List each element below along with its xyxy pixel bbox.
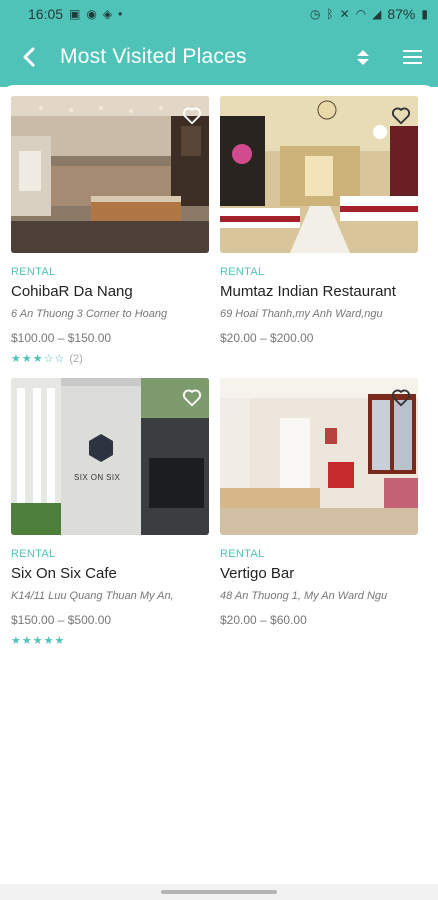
status-bar: 16:05 ▣ ◉ ◈ • ◷ ᛒ ✕ ◠ ◢ 87% ▮ — [0, 0, 438, 27]
bluetooth-icon: ᛒ — [326, 6, 334, 21]
back-button[interactable] — [0, 27, 60, 87]
place-price-range: $150.00 – $500.00 — [11, 613, 112, 627]
place-photo[interactable] — [220, 378, 418, 535]
place-photo[interactable] — [11, 96, 209, 253]
messenger-icon: ◉ — [86, 6, 97, 21]
place-photo[interactable]: SIX ON SIX — [11, 378, 209, 535]
sort-button[interactable] — [340, 27, 386, 87]
place-photo[interactable] — [220, 96, 418, 253]
place-name[interactable]: Mumtaz Indian Restaurant — [220, 283, 418, 300]
app-bar: Most Visited Places — [0, 27, 438, 87]
place-rating: ★★★☆☆ (2) — [11, 352, 209, 366]
place-card[interactable]: RENTAL Mumtaz Indian Restaurant 69 Hoai … — [220, 96, 418, 345]
place-address: K14/11 Luu Quang Thuan My An, — [11, 590, 174, 602]
favorite-heart-icon[interactable] — [390, 104, 412, 126]
bar-lounge-image — [220, 378, 418, 535]
place-address: 6 An Thuong 3 Corner to Hoang — [11, 308, 168, 320]
places-grid: RENTAL CohibaR Da Nang 6 An Thuong 3 Cor… — [0, 85, 438, 885]
sort-down-icon — [357, 58, 369, 65]
sort-up-icon — [357, 49, 369, 56]
place-price-range: $20.00 – $60.00 — [220, 613, 307, 627]
alarm-icon: ◷ — [309, 6, 321, 21]
place-category: RENTAL — [11, 548, 56, 560]
game-icon: ◈ — [102, 6, 113, 21]
battery-level: 87% — [387, 5, 416, 22]
place-price-range: $20.00 – $200.00 — [220, 331, 314, 345]
star-rating: ★★★★★ — [11, 635, 66, 647]
back-arrow-icon — [23, 47, 35, 67]
place-category: RENTAL — [11, 266, 56, 278]
dot-icon: • — [118, 6, 123, 21]
menu-button[interactable] — [386, 27, 438, 87]
favorite-heart-icon[interactable] — [181, 386, 203, 408]
place-address: 69 Hoai Thanh,my Anh Ward,ngu — [220, 308, 383, 320]
place-price-range: $100.00 – $150.00 — [11, 331, 112, 345]
review-count: (2) — [69, 352, 83, 365]
restaurant-interior-image — [220, 96, 418, 253]
image-icon: ▣ — [69, 6, 81, 21]
bar-interior-image — [11, 96, 209, 253]
place-rating: ★★★★★ — [11, 634, 209, 647]
place-card[interactable]: RENTAL CohibaR Da Nang 6 An Thuong 3 Cor… — [11, 96, 209, 365]
place-category: RENTAL — [220, 548, 265, 560]
system-nav-bar — [0, 884, 438, 900]
battery-icon: ▮ — [421, 6, 428, 21]
place-name[interactable]: Six On Six Cafe — [11, 565, 209, 582]
place-name[interactable]: Vertigo Bar — [220, 565, 418, 582]
menu-icon — [402, 50, 422, 52]
mute-icon: ✕ — [339, 6, 350, 21]
place-card[interactable]: RENTAL Vertigo Bar 48 An Thuong 1, My An… — [220, 378, 418, 627]
place-address: 48 An Thuong 1, My An Ward Ngu — [220, 590, 388, 602]
favorite-heart-icon[interactable] — [181, 104, 203, 126]
status-time: 16:05 — [28, 5, 64, 22]
place-name[interactable]: CohibaR Da Nang — [11, 283, 209, 300]
wifi-icon: ◠ — [355, 6, 367, 21]
star-rating: ★★★☆☆ — [11, 353, 66, 365]
page-title: Most Visited Places — [60, 45, 247, 68]
place-category: RENTAL — [220, 266, 265, 278]
cafe-sign-text: SIX ON SIX — [74, 473, 121, 482]
favorite-heart-icon[interactable] — [390, 386, 412, 408]
place-card[interactable]: SIX ON SIX RENTAL Six On Six Cafe K14/11… — [11, 378, 209, 647]
cafe-exterior-image — [11, 378, 209, 535]
home-gesture-handle[interactable] — [161, 890, 277, 894]
signal-icon: ◢ — [372, 6, 382, 21]
